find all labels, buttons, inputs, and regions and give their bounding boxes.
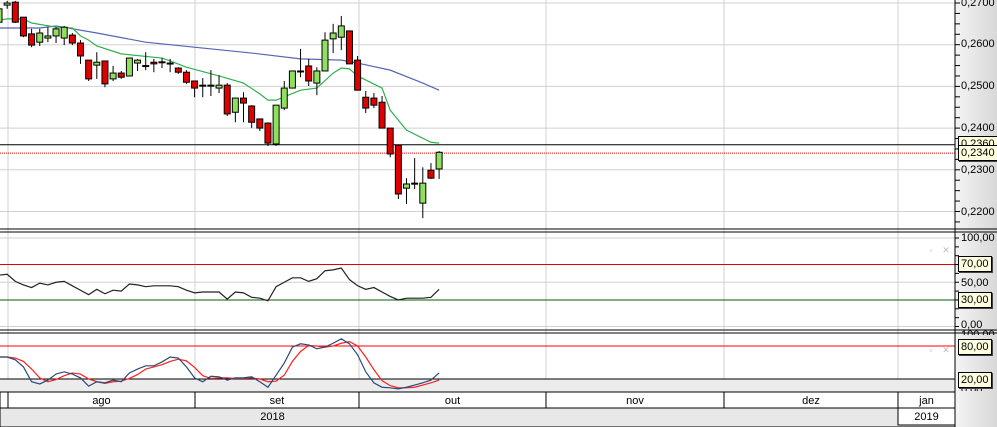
rsi-lower-label: 30,00 [958,292,992,308]
stoch-lower-label: 20,00 [958,372,992,388]
close-icon[interactable]: ✕ [942,346,950,355]
candle-body [11,1,19,23]
month-label: ago [92,395,111,407]
candle-body [248,105,256,123]
candle-body [240,97,247,104]
rsi-tick: 50,00 [961,277,989,289]
candle-body [117,72,125,78]
close-icon[interactable]: ✕ [942,246,950,255]
candle-body [36,32,44,43]
candle-body [280,87,288,109]
candle-body [337,25,345,38]
candle-body [313,70,321,84]
candle-body [44,35,52,39]
rsi-upper-label: 70,00 [958,256,992,272]
month-label: nov [626,395,644,407]
restore-icon[interactable]: ▫ [927,346,935,355]
month-label: set [269,395,285,407]
price-tick: 0,2200 [961,206,995,218]
candle-body [207,84,215,87]
candle-body [174,67,182,73]
candle-body [3,2,11,6]
candle-body [256,118,264,129]
price-tick: 0,2600 [961,38,995,50]
candle-body [158,61,166,64]
month-label: dez [802,395,820,407]
candle-body [394,144,402,195]
candle-body [109,72,117,80]
last-price-label: 0,2340 [958,145,997,161]
candle-body [427,169,435,179]
candle-body [231,97,239,113]
year-label: 2018 [260,411,285,423]
candle-body [370,97,378,106]
candle-body [191,80,199,89]
year-label: 2019 [914,411,939,423]
candle-body [386,127,394,155]
chart-canvas[interactable] [0,0,997,427]
candle-body [28,33,36,46]
price-tick: 0,2500 [961,80,995,92]
candle-body [345,30,353,65]
restore-icon[interactable]: ▫ [927,246,935,255]
price-tick: 0,2400 [961,122,995,134]
candle-body [378,101,386,129]
candle-body [93,61,101,66]
candle-body [411,182,419,185]
stoch-tick: 100,00 [961,329,995,335]
candle-body [305,65,313,82]
candle-body [223,84,231,115]
candle-body [150,61,158,65]
candle-body [272,104,280,145]
candle-body [321,39,329,72]
candle-body [68,34,76,44]
candle-body [288,70,296,89]
rsi-tick: 100,00 [961,232,995,244]
price-tick: 0,2300 [961,164,995,176]
candle-body [52,28,60,37]
candle-body [215,84,223,89]
candle-body [419,182,427,204]
candle-body [182,71,190,83]
candle-body [0,8,3,23]
candle-body [77,42,84,57]
candle-body [329,32,337,40]
candle-body [85,59,93,80]
stoch-upper-label: 80,00 [958,339,992,355]
candle-body [125,57,133,77]
candle-body [134,59,142,64]
candle-body [60,26,68,39]
rsi-line [0,267,440,302]
month-label: out [444,395,461,407]
candle-body [199,84,207,87]
candle-body [435,151,443,170]
price-tick: 0,2700 [961,0,995,9]
stoch-lower-band [0,379,955,392]
candle-body [297,70,305,73]
candle-body [403,183,410,189]
candle-body [101,60,109,85]
candle-body [19,16,27,37]
month-label: jan [919,395,934,407]
candle-body [362,96,370,109]
candle-body [354,59,362,91]
candle-body [166,62,174,65]
candle-body [142,65,150,68]
candle-body [264,122,272,144]
